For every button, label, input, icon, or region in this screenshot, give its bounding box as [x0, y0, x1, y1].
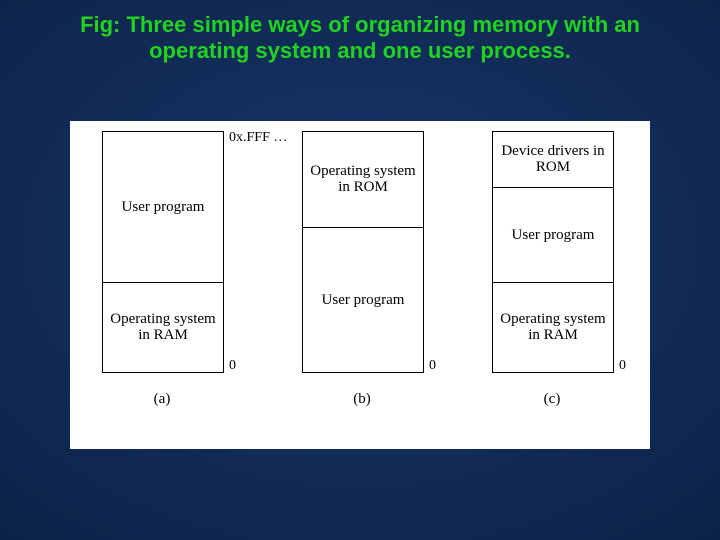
memory-stack-b: Operating system in ROM User program 0: [302, 131, 424, 373]
segment-os-ram-a: Operating system in RAM: [103, 282, 223, 372]
segment-os-ram-c: Operating system in RAM: [493, 282, 613, 372]
segment-user-program-a: User program: [103, 132, 223, 282]
address-bottom-b: 0: [429, 358, 436, 374]
segment-os-rom-b: Operating system in ROM: [303, 132, 423, 227]
address-top-a: 0x.FFF …: [229, 130, 287, 146]
memory-layout-c: Device drivers in ROM User program Opera…: [492, 131, 652, 408]
caption-b: (b): [302, 391, 422, 408]
address-bottom-c: 0: [619, 358, 626, 374]
segment-user-program-b: User program: [303, 227, 423, 372]
address-bottom-a: 0: [229, 358, 236, 374]
memory-stack-c: Device drivers in ROM User program Opera…: [492, 131, 614, 373]
memory-layout-a: User program Operating system in RAM 0x.…: [102, 131, 262, 408]
segment-user-program-c: User program: [493, 187, 613, 282]
slide-title: Fig: Three simple ways of organizing mem…: [0, 0, 720, 65]
memory-layout-b: Operating system in ROM User program 0 (…: [302, 131, 462, 408]
caption-a: (a): [102, 391, 222, 408]
caption-c: (c): [492, 391, 612, 408]
segment-drivers-rom-c: Device drivers in ROM: [493, 132, 613, 187]
figure-panel: User program Operating system in RAM 0x.…: [70, 121, 650, 449]
memory-stack-a: User program Operating system in RAM 0x.…: [102, 131, 224, 373]
